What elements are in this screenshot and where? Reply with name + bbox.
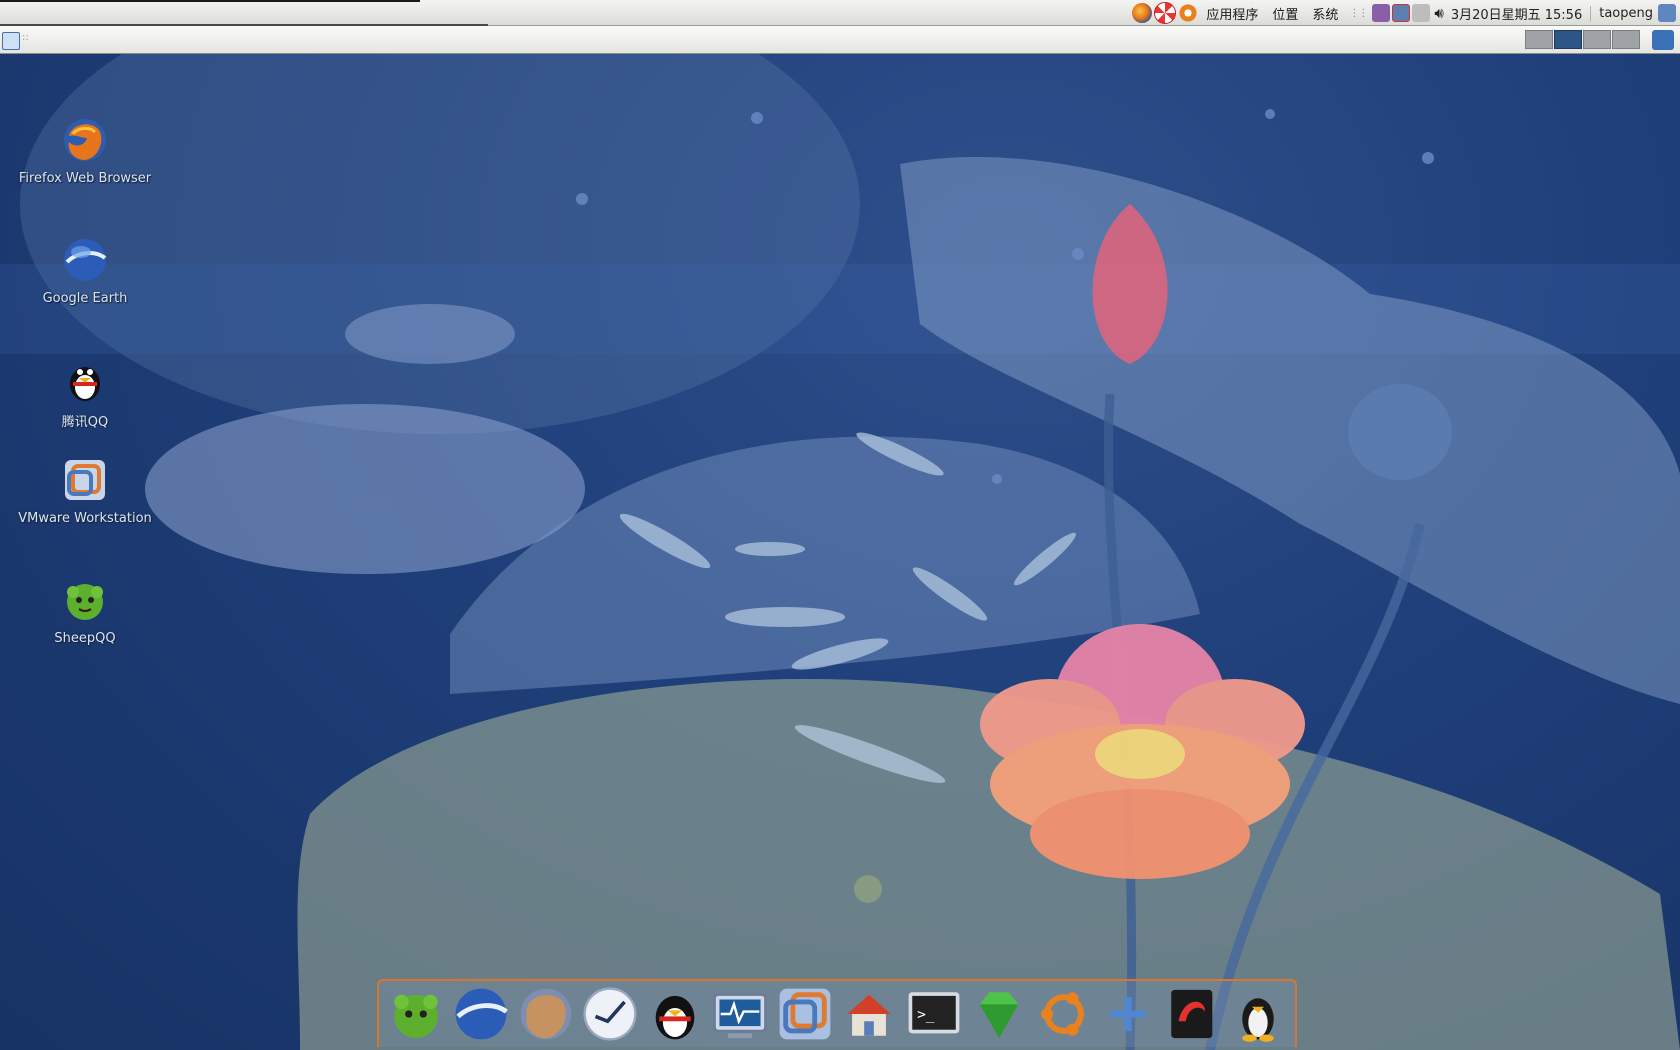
- dock-item-stardict[interactable]: [1164, 985, 1222, 1043]
- stardict-icon: [1171, 989, 1213, 1039]
- desktop-icon-label: VMware Workstation: [18, 511, 152, 526]
- workspace-4[interactable]: [1612, 30, 1640, 49]
- desktop-icon-qq[interactable]: 腾讯QQ: [5, 356, 165, 430]
- panel-edge: [0, 0, 420, 2]
- dock-item-google-earth[interactable]: [452, 985, 510, 1043]
- user-menu[interactable]: taopeng: [1590, 5, 1657, 21]
- qq-penguin-icon: [70, 367, 100, 401]
- preferences-icon[interactable]: [1372, 4, 1391, 22]
- dock-item-firefox[interactable]: [517, 985, 575, 1043]
- workspace-switcher[interactable]: [1525, 30, 1640, 49]
- dock-item-vmware[interactable]: [776, 985, 834, 1043]
- network-icon[interactable]: [1392, 4, 1411, 22]
- clock-icon: [583, 987, 637, 1041]
- bottom-panel-bar: ::: [0, 26, 1680, 54]
- show-desktop-icon[interactable]: [2, 32, 20, 50]
- desktop-icon-vmware[interactable]: VMware Workstation: [5, 456, 165, 526]
- workspace-3[interactable]: [1583, 30, 1611, 49]
- system-menu[interactable]: 系统: [1305, 4, 1345, 23]
- desktop-icon-firefox[interactable]: Firefox Web Browser: [5, 116, 165, 186]
- qq-penguin-icon: [655, 995, 695, 1040]
- dock-item-system-monitor[interactable]: [711, 985, 769, 1043]
- sheepqq-icon: [67, 584, 103, 620]
- vmware-icon: [779, 988, 830, 1040]
- dock-item-ubuntu[interactable]: [1035, 985, 1093, 1043]
- desktop-icon-sheepqq[interactable]: SheepQQ: [5, 576, 165, 646]
- volume-icon[interactable]: 🔊︎: [1431, 4, 1446, 22]
- dock-item-qq[interactable]: [646, 985, 704, 1043]
- user-switch-icon[interactable]: [1658, 4, 1676, 22]
- dock-item-home-folder[interactable]: [840, 985, 898, 1043]
- window-list-icon[interactable]: [1652, 30, 1674, 50]
- dock-item-terminal[interactable]: >_: [905, 985, 963, 1043]
- clock[interactable]: 3月20日星期五 15:56: [1447, 4, 1590, 23]
- svg-text:>_: >_: [917, 1007, 935, 1023]
- help-lifebuoy-icon[interactable]: [1154, 2, 1177, 24]
- dock: >_: [377, 979, 1297, 1047]
- desktop-icon-label: 腾讯QQ: [61, 415, 109, 430]
- desktop-icon-label: SheepQQ: [54, 631, 116, 646]
- home-folder-icon: [847, 994, 892, 1036]
- panel-separator: ⋮⋮: [1349, 7, 1368, 19]
- system-monitor-icon: [713, 993, 767, 1039]
- add-plus-icon: [1111, 997, 1146, 1031]
- tux-penguin-icon: [1242, 998, 1274, 1042]
- lotus-wallpaper-art: [0, 54, 1680, 1050]
- places-menu[interactable]: 位置: [1265, 4, 1305, 23]
- vmware-icon: [65, 460, 105, 500]
- ruby-gem-icon: [979, 992, 1019, 1039]
- workspace-1[interactable]: [1525, 30, 1553, 49]
- dock-item-clock[interactable]: [581, 985, 639, 1043]
- google-earth-icon: [64, 239, 107, 281]
- dock-item-ruby-gem[interactable]: [970, 985, 1028, 1043]
- firefox-icon[interactable]: [1132, 3, 1153, 23]
- firefox-icon: [64, 119, 106, 161]
- firefox-icon: [520, 988, 571, 1040]
- ubuntu-logo-icon[interactable]: [1178, 3, 1199, 23]
- desktop-icon-google-earth[interactable]: Google Earth: [5, 236, 165, 306]
- workspace-2[interactable]: [1554, 30, 1582, 49]
- desktop-icon-label: Firefox Web Browser: [18, 171, 152, 186]
- top-panel-right: 应用程序 位置 系统 ⋮⋮ 🔊︎ 3月20日星期五 15:56 taopeng: [1131, 0, 1680, 26]
- printer-icon[interactable]: [1412, 4, 1431, 22]
- dock-item-tux[interactable]: [1229, 985, 1287, 1043]
- panel-grip: ::: [22, 32, 29, 43]
- dock-item-add[interactable]: [1099, 985, 1157, 1043]
- terminal-icon: >_: [908, 992, 960, 1034]
- applications-menu[interactable]: 应用程序: [1199, 4, 1265, 23]
- desktop-icon-label: Google Earth: [42, 291, 128, 306]
- desktop-wallpaper: [0, 54, 1680, 1050]
- sheepqq-icon: [394, 994, 438, 1039]
- ubuntu-logo-icon: [1040, 992, 1084, 1036]
- top-panel: 应用程序 位置 系统 ⋮⋮ 🔊︎ 3月20日星期五 15:56 taopeng: [0, 0, 1680, 26]
- google-earth-icon: [455, 988, 508, 1040]
- dock-item-sheepqq[interactable]: [387, 985, 445, 1043]
